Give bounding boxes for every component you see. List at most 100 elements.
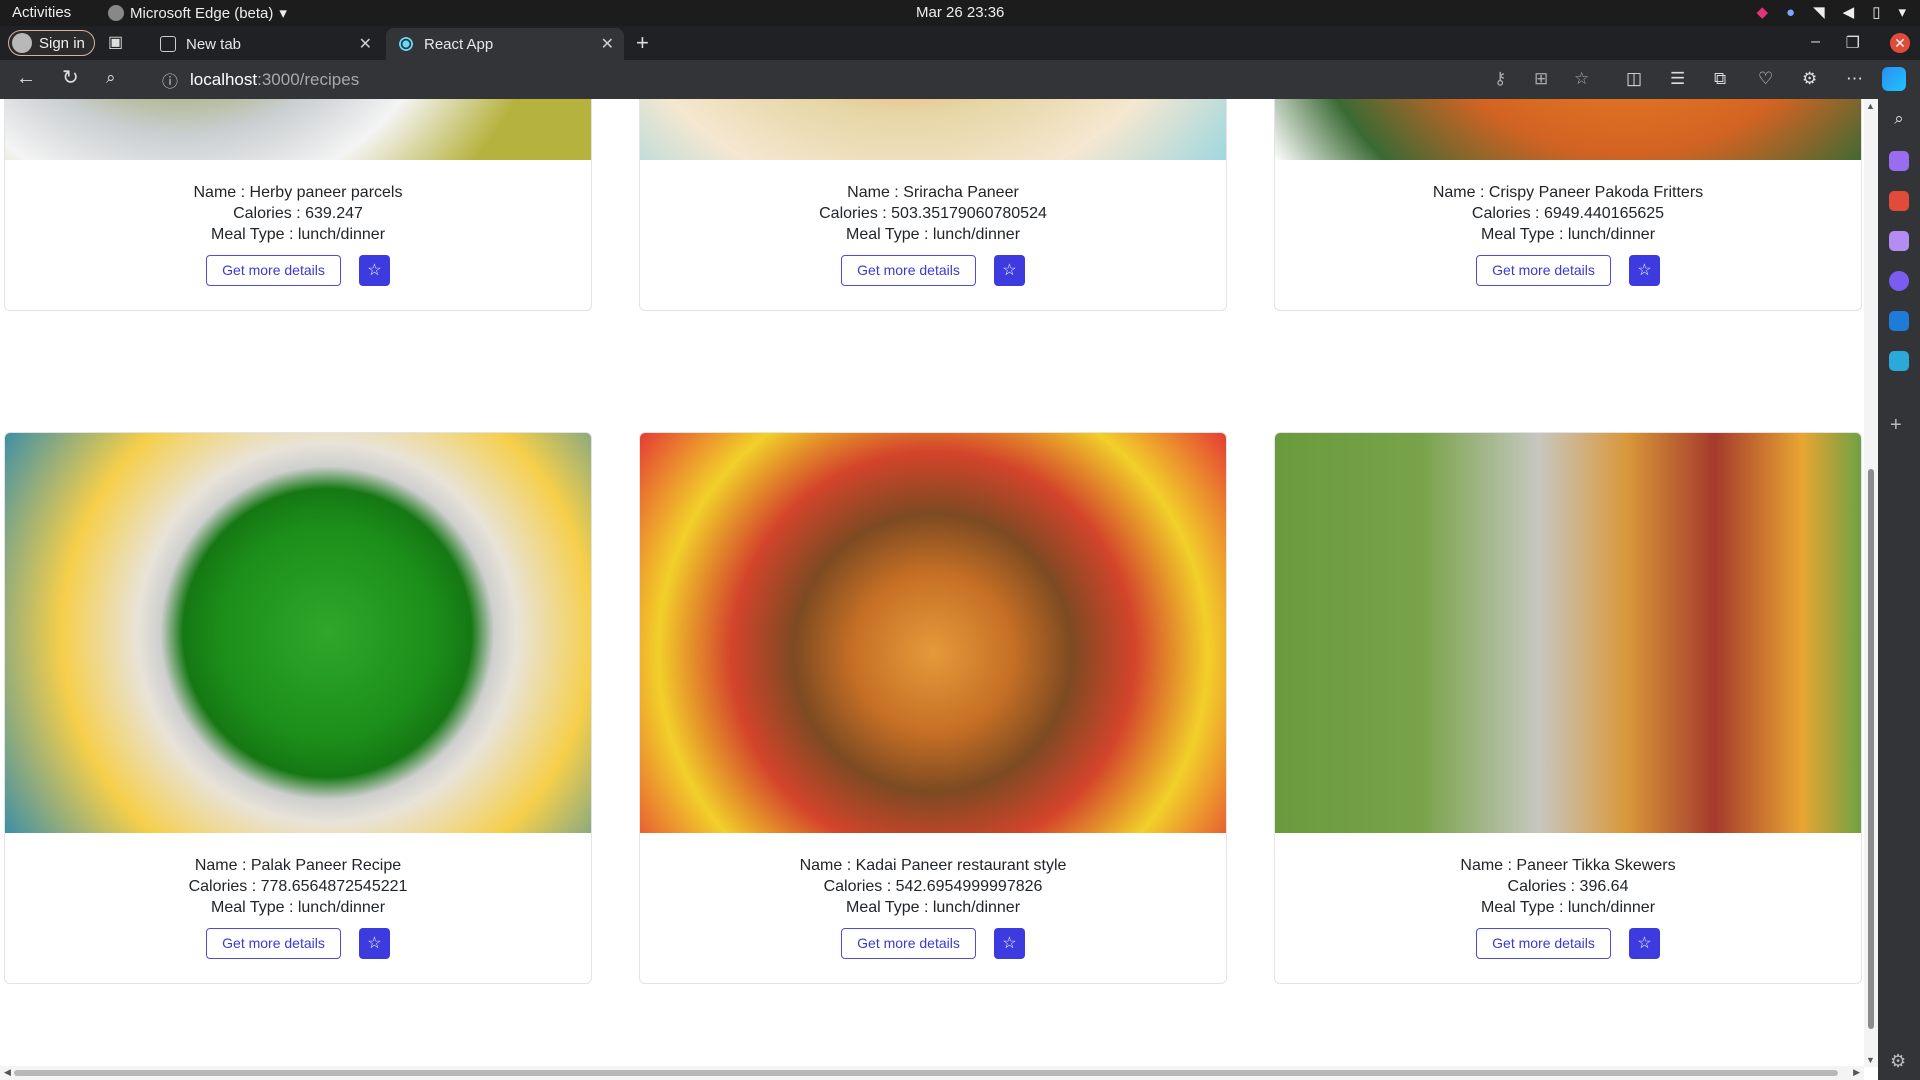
back-icon[interactable]: ← bbox=[16, 68, 36, 88]
scroll-up-icon[interactable]: ▲ bbox=[1866, 101, 1875, 111]
outlook-icon[interactable] bbox=[1889, 311, 1909, 331]
get-more-details-button[interactable]: Get more details bbox=[206, 255, 341, 286]
tab-title: New tab bbox=[186, 35, 242, 53]
toolbox-icon[interactable] bbox=[1889, 191, 1909, 211]
recipe-image bbox=[640, 99, 1226, 160]
recipe-card: Name : Herby paneer parcels Calories : 6… bbox=[4, 99, 592, 311]
search-icon[interactable]: ⌕ bbox=[1889, 109, 1909, 129]
search-icon[interactable]: ⌕ bbox=[106, 68, 116, 88]
favorite-button[interactable]: ☆ bbox=[1628, 928, 1660, 959]
tab-actions-icon[interactable]: ▣ bbox=[108, 32, 130, 54]
get-more-details-button[interactable]: Get more details bbox=[206, 928, 341, 959]
star-icon: ☆ bbox=[1637, 262, 1652, 279]
window-close-button[interactable]: ✕ bbox=[1890, 33, 1910, 53]
info-icon[interactable]: ⓘ bbox=[162, 68, 178, 92]
recipe-image bbox=[1275, 433, 1861, 833]
chevron-down-icon: ▾ bbox=[279, 5, 287, 22]
tab-new-tab[interactable]: New tab ✕ bbox=[148, 28, 382, 60]
system-clock[interactable]: Mar 26 23:36 bbox=[916, 4, 1004, 21]
star-icon: ☆ bbox=[367, 262, 382, 279]
recipe-meal-type: Meal Type : lunch/dinner bbox=[1480, 899, 1656, 916]
activities-button[interactable]: Activities bbox=[12, 4, 71, 21]
copilot-sidebar-icon[interactable] bbox=[1889, 271, 1909, 291]
recipe-name: Name : Palak Paneer Recipe bbox=[194, 857, 402, 874]
url-host: localhost bbox=[190, 69, 258, 89]
get-more-details-button[interactable]: Get more details bbox=[841, 255, 976, 286]
games-icon[interactable] bbox=[1889, 231, 1909, 251]
avatar bbox=[12, 33, 32, 53]
tab-strip: Sign in ▣ New tab ✕ React App ✕ + – ❐ ✕ bbox=[0, 26, 1920, 60]
app-indicator-icon[interactable]: ◆ bbox=[1757, 3, 1769, 21]
get-more-details-button[interactable]: Get more details bbox=[1476, 928, 1611, 959]
url-path: :3000/recipes bbox=[257, 69, 360, 89]
recipe-name: Name : Paneer Tikka Skewers bbox=[1460, 857, 1676, 874]
star-icon: ☆ bbox=[1002, 262, 1017, 279]
sign-in-button[interactable]: Sign in bbox=[8, 30, 95, 56]
favorite-star-icon[interactable]: ☆ bbox=[1574, 69, 1589, 89]
react-icon bbox=[398, 36, 414, 52]
chevron-down-icon[interactable]: ▾ bbox=[1898, 3, 1906, 21]
get-more-details-button[interactable]: Get more details bbox=[841, 928, 976, 959]
recipe-calories: Calories : 778.6564872545221 bbox=[188, 878, 408, 895]
scroll-right-icon[interactable]: ▶ bbox=[1853, 1067, 1860, 1078]
favorite-button[interactable]: ☆ bbox=[358, 255, 390, 286]
recipe-meal-type: Meal Type : lunch/dinner bbox=[210, 226, 386, 243]
send-icon[interactable] bbox=[1889, 351, 1909, 371]
edge-icon bbox=[108, 5, 124, 21]
favorite-button[interactable]: ☆ bbox=[1628, 255, 1660, 286]
update-indicator-icon[interactable]: ● bbox=[1786, 4, 1795, 21]
scrollbar-thumb[interactable] bbox=[1868, 469, 1874, 1029]
vertical-scrollbar[interactable]: ▲ ▼ bbox=[1864, 99, 1878, 1067]
scroll-left-icon[interactable]: ◀ bbox=[4, 1067, 11, 1078]
refresh-icon[interactable]: ↻ bbox=[62, 68, 79, 88]
more-menu-icon[interactable]: ⋯ bbox=[1846, 69, 1863, 89]
star-icon: ☆ bbox=[1002, 935, 1017, 952]
recipe-calories: Calories : 6949.440165625 bbox=[1471, 205, 1665, 222]
recipe-card: Name : Paneer Tikka Skewers Calories : 3… bbox=[1274, 432, 1862, 984]
address-bar[interactable]: ⓘ localhost:3000/recipes bbox=[146, 65, 1476, 94]
recipe-meal-type: Meal Type : lunch/dinner bbox=[210, 899, 386, 916]
battery-icon[interactable]: ▯ bbox=[1872, 3, 1880, 21]
scrollbar-thumb[interactable] bbox=[14, 1070, 1838, 1076]
page-icon bbox=[160, 36, 176, 52]
new-tab-button[interactable]: + bbox=[636, 30, 649, 56]
minimize-icon[interactable]: – bbox=[1811, 33, 1820, 51]
collections-icon[interactable]: ⧉ bbox=[1714, 69, 1726, 89]
star-icon: ☆ bbox=[367, 935, 382, 952]
wifi-icon[interactable]: ◥ bbox=[1813, 3, 1825, 21]
apps-icon[interactable]: ⊞ bbox=[1534, 69, 1548, 89]
settings-icon[interactable]: ⚙ bbox=[1890, 1051, 1906, 1072]
close-icon[interactable]: ✕ bbox=[601, 34, 614, 54]
recipe-card: Name : Sriracha Paneer Calories : 503.35… bbox=[639, 99, 1227, 311]
favorite-button[interactable]: ☆ bbox=[993, 928, 1025, 959]
get-more-details-button[interactable]: Get more details bbox=[1476, 255, 1611, 286]
extensions-icon[interactable]: ⚙ bbox=[1802, 69, 1817, 89]
recipe-calories: Calories : 542.6954999997826 bbox=[823, 878, 1043, 895]
recipe-card: Name : Crispy Paneer Pakoda Fritters Cal… bbox=[1274, 99, 1862, 311]
edge-sidebar: ⌕ + ⚙ bbox=[1878, 99, 1920, 1080]
favorite-button[interactable]: ☆ bbox=[993, 255, 1025, 286]
system-tray[interactable]: ◆ ● ◥ ◀ ▯ ▾ bbox=[1757, 3, 1907, 22]
add-icon[interactable]: + bbox=[1890, 414, 1902, 437]
recipe-image bbox=[5, 99, 591, 160]
volume-icon[interactable]: ◀ bbox=[1843, 3, 1855, 21]
recipe-calories: Calories : 396.64 bbox=[1507, 878, 1629, 895]
key-icon[interactable]: ⚷ bbox=[1494, 69, 1506, 89]
star-icon: ☆ bbox=[1637, 935, 1652, 952]
tab-react-app[interactable]: React App ✕ bbox=[386, 28, 624, 60]
recipe-name: Name : Kadai Paneer restaurant style bbox=[799, 857, 1067, 874]
tag-icon[interactable] bbox=[1889, 151, 1909, 171]
browser-essentials-icon[interactable]: ♡ bbox=[1758, 69, 1773, 89]
os-top-bar: Activities Microsoft Edge (beta) ▾ Mar 2… bbox=[0, 0, 1920, 26]
app-menu[interactable]: Microsoft Edge (beta) ▾ bbox=[108, 4, 287, 22]
close-icon[interactable]: ✕ bbox=[359, 34, 372, 54]
recipe-image bbox=[640, 433, 1226, 833]
favorite-button[interactable]: ☆ bbox=[358, 928, 390, 959]
favorites-icon[interactable]: ☰ bbox=[1670, 69, 1685, 89]
scroll-down-icon[interactable]: ▼ bbox=[1866, 1055, 1875, 1065]
copilot-icon[interactable] bbox=[1882, 67, 1906, 91]
horizontal-scrollbar[interactable]: ◀ ▶ bbox=[0, 1066, 1864, 1080]
recipe-meal-type: Meal Type : lunch/dinner bbox=[1480, 226, 1656, 243]
restore-icon[interactable]: ❐ bbox=[1846, 33, 1860, 53]
split-screen-icon[interactable]: ◫ bbox=[1626, 69, 1642, 89]
